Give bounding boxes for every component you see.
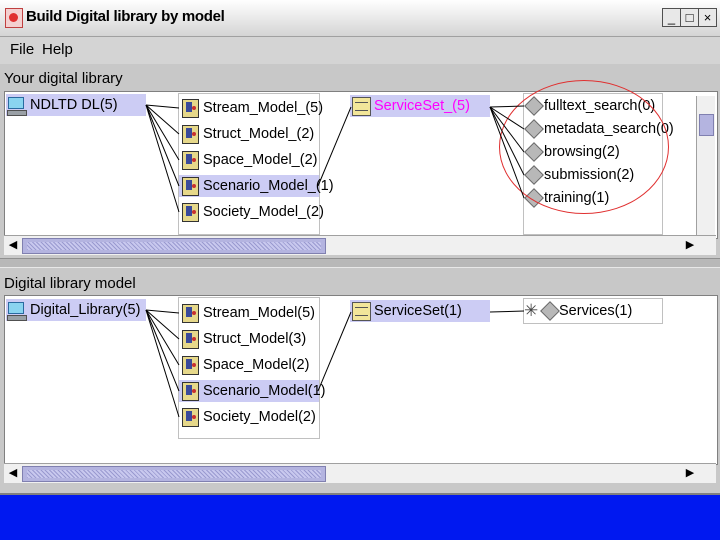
- tree-connector-lines: [145, 104, 525, 418]
- main-window: Build Digital library by model _ □ × Fil…: [0, 0, 720, 495]
